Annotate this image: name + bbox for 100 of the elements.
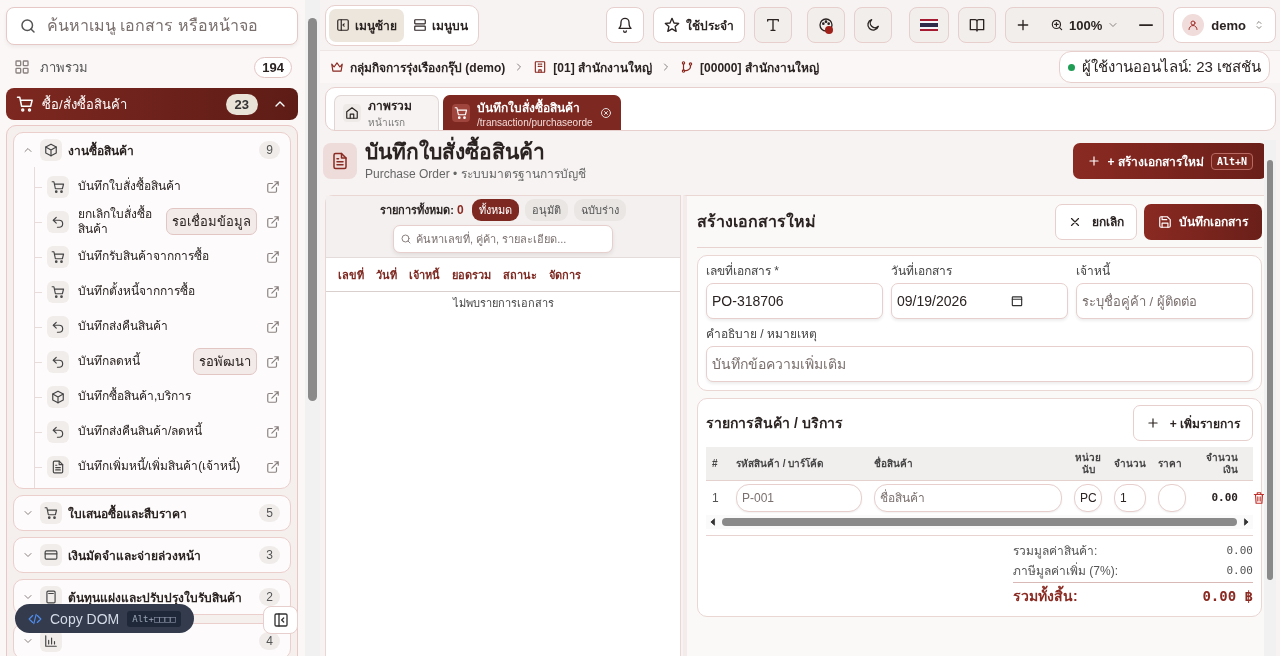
box-icon xyxy=(51,389,65,404)
submenu-header[interactable]: เงินมัดจำและจ่ายล่วงหน้า 3 xyxy=(14,538,290,572)
external-link-icon xyxy=(266,459,280,474)
trash-icon xyxy=(1252,491,1266,505)
input-field[interactable]: บันทึกข้อความเพิ่มเติม xyxy=(706,346,1253,382)
scroll-left-icon xyxy=(708,517,718,527)
input-field[interactable]: P-001 xyxy=(736,484,862,512)
online-status: ผู้ใช้งานออนไลน์: 23 เซสชัน xyxy=(1058,51,1270,83)
scrollbar[interactable] xyxy=(305,0,320,656)
zoom-select[interactable]: 100% xyxy=(1040,17,1130,33)
count-badge: 23 xyxy=(225,93,258,115)
card-icon xyxy=(44,548,58,562)
count-badge: 194 xyxy=(254,56,292,78)
menu-item[interactable]: บันทึกตั้งหนี้จากการซื้อ xyxy=(35,274,290,309)
add-item-button[interactable]: + เพิ่มรายการ xyxy=(1132,405,1253,441)
input-field[interactable]: PC xyxy=(1074,484,1102,512)
collapse-sidebar-button[interactable] xyxy=(263,606,298,634)
delete-row-button[interactable] xyxy=(1252,491,1266,505)
breadcrumb-link[interactable]: [01] สำนักงานใหญ่ xyxy=(533,57,653,77)
tab[interactable]: บันทึกใบสั่งซื้อสินค้า /transaction/purchaseorde xyxy=(443,95,621,130)
count-badge: 3 xyxy=(259,546,280,564)
menu-item[interactable]: บันทึกเพิ่มหนี้/เพิ่มสินค้า(เจ้าหนี้) xyxy=(35,449,290,484)
menu-item[interactable]: ภาพรวม xyxy=(40,56,245,78)
menu-item[interactable]: ยกเลิกใบสั่งซื้อสินค้า รอเชื่อมข้อมูล xyxy=(35,204,290,239)
count-badge: 2 xyxy=(259,588,280,606)
layout-toggle-button[interactable]: เมนูซ้าย xyxy=(329,8,404,42)
notifications-button[interactable] xyxy=(606,7,645,43)
favorites-button[interactable]: ใช้ประจำ xyxy=(653,7,746,43)
horizontal-scrollbar[interactable] xyxy=(706,515,1253,529)
return-arrow-icon xyxy=(51,424,65,439)
input-field[interactable]: ชื่อสินค้า xyxy=(874,484,1062,512)
total-label: รวมทั้งสิ้น: xyxy=(1013,584,1078,606)
input-field[interactable] xyxy=(1158,484,1186,512)
date-field[interactable]: 09/19/2026 xyxy=(891,283,1068,319)
user-icon xyxy=(1187,19,1200,31)
input-field[interactable]: PO-318706 xyxy=(706,283,883,319)
user-menu[interactable]: demo xyxy=(1173,7,1276,43)
external-link-icon xyxy=(266,284,280,299)
layout-toggle-button[interactable]: เมนูบน xyxy=(406,8,475,42)
menu-item[interactable]: บันทึกลดหนี้ รอพัฒนา xyxy=(35,344,290,379)
empty-message: ไม่พบรายการเอกสาร xyxy=(451,296,555,311)
breadcrumb-link[interactable]: กลุ่มกิจการรุ่งเรืองกรุ๊ป (demo) xyxy=(330,57,506,77)
save-button[interactable]: บันทึกเอกสาร xyxy=(1144,203,1262,240)
create-document-button[interactable]: + สร้างเอกสารใหม่ Alt+N xyxy=(1072,143,1267,179)
sidebar-collapse-icon xyxy=(272,612,289,628)
total-label: รวมมูลค่าสินค้า: xyxy=(1013,542,1098,560)
flag-icon xyxy=(920,16,939,34)
menu-item[interactable]: บันทึกส่งคืนสินค้า/ลดหนี้ xyxy=(35,414,290,449)
cancel-button[interactable]: ยกเลิก xyxy=(1055,203,1137,240)
manual-button[interactable] xyxy=(958,7,997,43)
filter-chip[interactable]: ทั้งหมด xyxy=(471,199,519,221)
filter-chip[interactable]: อนุมัติ xyxy=(524,199,568,221)
menu-item[interactable]: บันทึกส่งคืนสินค้า xyxy=(35,309,290,344)
menu-item[interactable]: บันทึกซื้อสินค้า,บริการ xyxy=(35,379,290,414)
theme-button[interactable] xyxy=(807,7,846,43)
scroll-right-icon xyxy=(1241,517,1251,527)
return-arrow-icon xyxy=(51,214,65,229)
dark-mode-button[interactable] xyxy=(854,7,893,43)
total-value: 0.00 xyxy=(1226,563,1253,577)
close-tab-button[interactable] xyxy=(599,107,612,119)
field-label: วันที่เอกสาร xyxy=(891,261,953,280)
submenu-header[interactable]: ใบเสนอซื้อและสืบราคา 5 xyxy=(14,496,290,530)
total-label: ภาษีมูลค่าเพิ่ม (7%): xyxy=(1013,561,1118,580)
status-tag: รอเชื่อมข้อมูล xyxy=(166,208,257,235)
home-icon xyxy=(345,106,359,120)
bell-icon xyxy=(617,17,634,33)
input-field[interactable]: ระบุชื่อคู่ค้า / ผู้ติดต่อ xyxy=(1076,283,1253,319)
menu-item[interactable]: บันทึกใบสั่งซื้อสินค้า xyxy=(35,169,290,204)
status-tag: รอพัฒนา xyxy=(193,348,257,375)
menu-item[interactable]: บันทึกรับสินค้าจากการซื้อ xyxy=(35,239,290,274)
zoom-in-icon xyxy=(1050,18,1065,32)
input-field[interactable]: 1 xyxy=(1114,484,1146,512)
external-link-icon xyxy=(266,214,280,229)
total-count: รายการทั้งหมด: 0 xyxy=(380,201,464,219)
tab[interactable]: ภาพรวม หน้าแรก xyxy=(334,95,439,130)
font-button[interactable] xyxy=(754,7,793,43)
document-icon xyxy=(51,459,65,474)
column-header: เจ้าหนี้ xyxy=(409,266,440,283)
filter-chip[interactable]: ฉบับร่าง xyxy=(573,199,626,221)
box-icon xyxy=(44,143,58,157)
count-badge: 4 xyxy=(259,632,280,650)
sidebar-icon xyxy=(336,18,350,32)
form-title: สร้างเอกสารใหม่ xyxy=(697,211,816,232)
copy-dom-toast[interactable]: Copy DOM Alt+□□□□ xyxy=(15,604,194,633)
plus-icon xyxy=(1086,154,1101,168)
search-icon xyxy=(19,17,37,35)
breadcrumb-link[interactable]: [00000] สำนักงานใหญ่ xyxy=(680,57,819,77)
language-button[interactable] xyxy=(909,7,950,43)
section-title: รายการสินค้า / บริการ xyxy=(706,414,843,433)
column-header: เลขที่ xyxy=(338,266,364,283)
menu-group-header[interactable]: ซื้อ/สั่งซื้อสินค้า 23 xyxy=(6,88,298,120)
cart-icon xyxy=(51,179,65,194)
submenu-header[interactable]: งานซื้อสินค้า 9 xyxy=(14,133,290,167)
minus-icon xyxy=(1139,23,1154,27)
column-header: ชื่อสินค้า xyxy=(873,457,914,470)
scrollbar[interactable] xyxy=(1264,140,1276,656)
external-link-icon xyxy=(266,249,280,264)
search-field[interactable]: ค้นหาเมนู เอกสาร หรือหน้าจอ xyxy=(6,7,298,45)
search-field[interactable]: ค้นหาเลขที่, คู่ค้า, รายละเอียด... xyxy=(393,225,613,253)
return-arrow-icon xyxy=(51,319,65,334)
